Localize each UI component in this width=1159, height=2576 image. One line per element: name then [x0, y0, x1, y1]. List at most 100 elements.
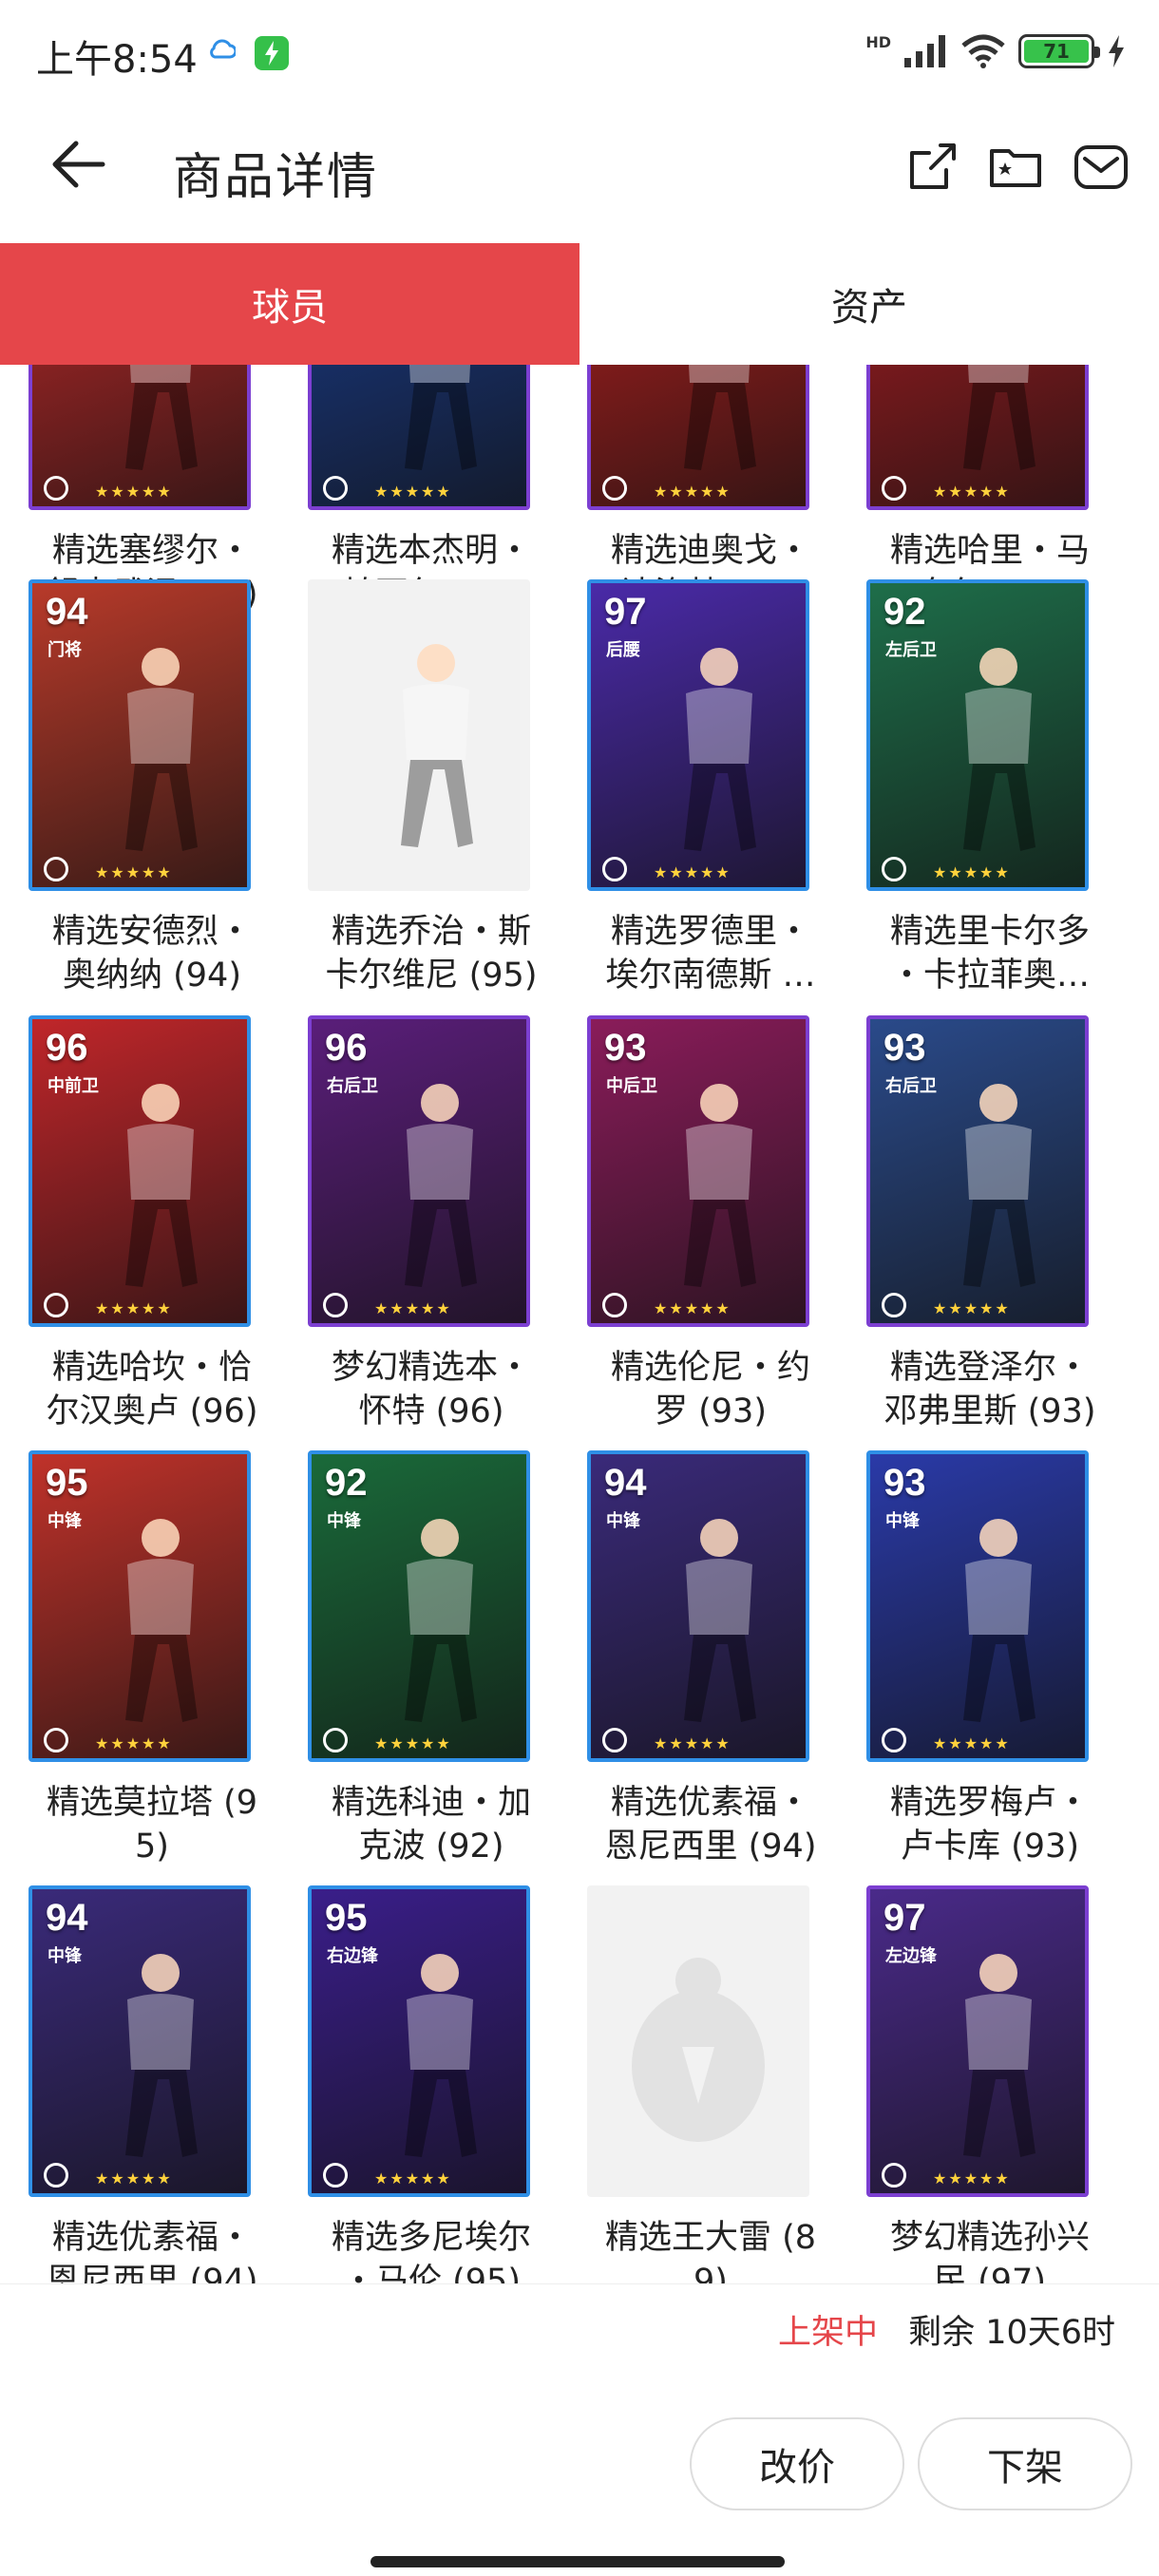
player-card-image[interactable]: 94 中锋 ★★★★★: [587, 1450, 809, 1762]
star-rating-icon: ★★★★★: [654, 1299, 732, 1317]
signal-icon: [904, 35, 945, 67]
back-arrow-icon[interactable]: [48, 131, 114, 198]
star-rating-icon: ★★★★★: [374, 1299, 452, 1317]
player-figure-icon: [963, 365, 1036, 470]
player-name: 精选多尼埃尔 ・马伦 (95): [331, 2219, 531, 2283]
player-card-image[interactable]: 97 左边锋 ★★★★★: [866, 1885, 1089, 2197]
player-card[interactable]: 93 右后卫 ★★★★★ 精选登泽尔・ 邓弗里斯 (93): [866, 1015, 1146, 1433]
player-rating: 96: [46, 1027, 88, 1069]
top-bar: 商品详情: [0, 104, 1159, 242]
player-rating: 93: [884, 1027, 926, 1069]
player-figure-icon: [684, 1519, 756, 1722]
player-rating: 94: [604, 1462, 647, 1504]
player-card-image[interactable]: 96 右后卫 ★★★★★: [308, 1015, 530, 1327]
player-card-image[interactable]: 97 后腰 ★★★★★: [587, 579, 809, 891]
player-card-image[interactable]: 93 中锋 ★★★★★: [866, 1450, 1089, 1762]
player-card[interactable]: 94 门将 ★★★★★ 精选安德烈・ 奥纳纳 (94): [28, 579, 308, 997]
player-card-image[interactable]: ★★★★★: [308, 365, 530, 510]
player-card-image[interactable]: 93 中后卫 ★★★★★: [587, 1015, 809, 1327]
player-name: 精选哈坎・恰 尔汉奥卢 (96): [46, 1349, 258, 1430]
player-position: 右边锋: [327, 1946, 378, 1966]
change-price-button[interactable]: 改价: [690, 2417, 904, 2510]
player-name: 精选罗德里・ 埃尔南德斯 …: [605, 913, 816, 994]
favorite-folder-icon[interactable]: [986, 138, 1045, 197]
player-rating: 94: [46, 591, 88, 633]
player-card-image[interactable]: 94 中锋 ★★★★★: [28, 1885, 251, 2197]
player-name: 精选优素福・ 恩尼西里 (94): [46, 2219, 258, 2283]
player-card[interactable]: 94 中锋 ★★★★★ 精选优素福・ 恩尼西里 (94): [28, 1885, 308, 2283]
player-card-image[interactable]: 93 右后卫 ★★★★★: [866, 1015, 1089, 1327]
player-card[interactable]: 93 中后卫 ★★★★★ 精选伦尼・约 罗 (93): [587, 1015, 866, 1433]
player-figure-icon: [405, 365, 477, 470]
listing-status: 上架中: [777, 2314, 878, 2352]
player-card-image[interactable]: [587, 1885, 809, 2197]
card-type-badge-icon: [602, 857, 627, 881]
player-rating: 95: [46, 1462, 88, 1504]
player-rating: 94: [46, 1897, 88, 1939]
player-card-image[interactable]: 92 左后卫 ★★★★★: [866, 579, 1089, 891]
player-rating: 97: [604, 591, 647, 633]
player-card-image[interactable]: 94 门将 ★★★★★: [28, 579, 251, 891]
battery-icon: 71: [1018, 34, 1100, 68]
card-type-badge-icon: [323, 1728, 348, 1752]
delist-button[interactable]: 下架: [918, 2417, 1132, 2510]
player-card[interactable]: 96 中前卫 ★★★★★ 精选哈坎・恰 尔汉奥卢 (96): [28, 1015, 308, 1433]
star-rating-icon: ★★★★★: [95, 2169, 173, 2188]
player-name: 精选安德烈・ 奥纳纳 (94): [51, 913, 252, 994]
player-card-image[interactable]: ★★★★★: [866, 365, 1089, 510]
player-card[interactable]: 96 右后卫 ★★★★★ 梦幻精选本・ 怀特 (96): [308, 1015, 587, 1433]
player-position: 右后卫: [327, 1076, 378, 1096]
star-rating-icon: ★★★★★: [654, 483, 732, 501]
player-name: 梦幻精选孙兴 民 (97): [889, 2219, 1090, 2283]
status-time: 上午8:54: [36, 38, 198, 82]
star-rating-icon: ★★★★★: [933, 483, 1011, 501]
player-card-image[interactable]: 96 中前卫 ★★★★★: [28, 1015, 251, 1327]
charging-app-icon: [255, 36, 289, 70]
player-figure-icon: [963, 1084, 1036, 1287]
page-title: 商品详情: [173, 149, 379, 206]
player-figure-icon: [401, 644, 473, 847]
player-card[interactable]: 95 右边锋 ★★★★★ 精选多尼埃尔 ・马伦 (95): [308, 1885, 587, 2283]
player-card[interactable]: 97 后腰 ★★★★★ 精选罗德里・ 埃尔南德斯 …: [587, 579, 866, 997]
player-card-image[interactable]: [308, 579, 530, 891]
player-card-image[interactable]: 95 右边锋 ★★★★★: [308, 1885, 530, 2197]
player-card-image[interactable]: ★★★★★: [28, 365, 251, 510]
message-icon[interactable]: [1072, 138, 1130, 197]
tab-assets[interactable]: 资产: [580, 243, 1159, 365]
home-indicator[interactable]: [370, 2556, 785, 2567]
card-type-badge-icon: [602, 476, 627, 501]
star-rating-icon: ★★★★★: [933, 1734, 1011, 1752]
player-card[interactable]: 92 左后卫 ★★★★★ 精选里卡尔多 ・卡拉菲奥…: [866, 579, 1146, 997]
player-card[interactable]: 精选王大雷 (8 9): [587, 1885, 866, 2283]
card-type-badge-icon: [323, 1293, 348, 1317]
card-type-badge-icon: [323, 2163, 348, 2188]
player-card[interactable]: 95 中锋 ★★★★★ 精选莫拉塔 (9 5): [28, 1450, 308, 1868]
tab-bar: 球员 资产: [0, 243, 1159, 365]
star-rating-icon: ★★★★★: [95, 1734, 173, 1752]
player-position: 门将: [48, 640, 82, 660]
card-type-badge-icon: [44, 1293, 68, 1317]
card-type-badge-icon: [602, 1293, 627, 1317]
star-rating-icon: ★★★★★: [374, 1734, 452, 1752]
wifi-icon: [961, 34, 1005, 68]
player-name: 精选优素福・ 恩尼西里 (94): [604, 1784, 817, 1866]
player-card[interactable]: 精选乔治・斯 卡尔维尼 (95): [308, 579, 587, 997]
player-card[interactable]: 93 中锋 ★★★★★ 精选罗梅卢・ 卢卡库 (93): [866, 1450, 1146, 1868]
share-icon[interactable]: [902, 138, 961, 197]
player-rating: 92: [884, 591, 926, 633]
player-figure-icon: [963, 648, 1036, 851]
star-rating-icon: ★★★★★: [95, 1299, 173, 1317]
player-position: 中后卫: [606, 1076, 657, 1096]
player-card[interactable]: 97 左边锋 ★★★★★ 梦幻精选孙兴 民 (97): [866, 1885, 1146, 2283]
player-card-image[interactable]: 95 中锋 ★★★★★: [28, 1450, 251, 1762]
player-card[interactable]: 92 中锋 ★★★★★ 精选科迪・加 克波 (92): [308, 1450, 587, 1868]
player-name: 精选乔治・斯 卡尔维尼 (95): [325, 913, 538, 994]
player-card-image[interactable]: ★★★★★: [587, 365, 809, 510]
player-card[interactable]: 94 中锋 ★★★★★ 精选优素福・ 恩尼西里 (94): [587, 1450, 866, 1868]
player-figure-icon: [963, 1954, 1036, 2157]
player-figure-icon: [684, 365, 756, 470]
card-type-badge-icon: [882, 1293, 906, 1317]
player-position: 中锋: [48, 1511, 82, 1531]
player-card-image[interactable]: 92 中锋 ★★★★★: [308, 1450, 530, 1762]
tab-players[interactable]: 球员: [0, 243, 580, 365]
